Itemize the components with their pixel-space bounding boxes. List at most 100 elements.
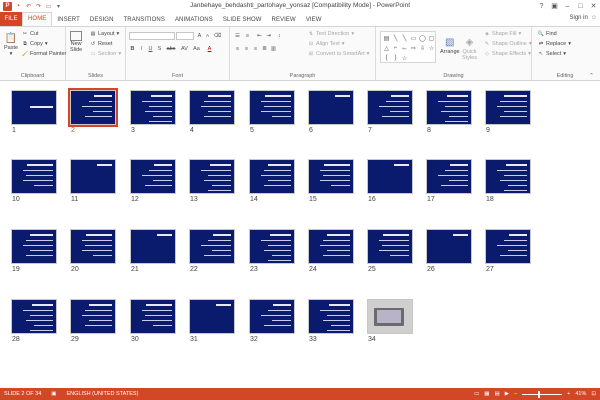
shapes-gallery[interactable]: ▤ ╲ ╲ ▭ ◯ ▢ △ ⌐ ⌙ ⇨ ⇩ ☆ { } ☆ <box>380 31 436 63</box>
close-button[interactable]: ✕ <box>587 0 600 12</box>
slide-thumbnail-5[interactable]: 5 <box>249 90 297 136</box>
line-shape-icon-2[interactable]: ╲ <box>400 33 409 43</box>
strikethrough-button[interactable]: abc <box>166 45 176 52</box>
clear-formatting-icon[interactable]: ⌫ <box>214 32 222 39</box>
font-size-combo[interactable] <box>176 32 194 40</box>
collapse-ribbon-icon[interactable]: ⌃ <box>588 72 595 79</box>
slide-thumbnail-33[interactable]: 33 <box>308 299 356 345</box>
slide-thumbnail-1[interactable]: 1 <box>11 90 59 136</box>
slide-thumbnail-28[interactable]: 28 <box>11 299 59 345</box>
zoom-in-icon[interactable]: + <box>567 391 570 397</box>
spellcheck-icon[interactable]: ▣ <box>51 391 56 397</box>
tab-review[interactable]: REVIEW <box>267 13 301 26</box>
slide-thumbnail-10[interactable]: 10 <box>11 159 59 205</box>
change-case-button[interactable]: Aa <box>192 45 201 52</box>
slide-thumbnail-6[interactable]: 6 <box>308 90 356 136</box>
slide-thumbnail-9[interactable]: 9 <box>485 90 533 136</box>
tab-view[interactable]: VIEW <box>301 13 327 26</box>
font-name-combo[interactable] <box>129 32 175 40</box>
character-spacing-button[interactable]: AV <box>180 45 189 52</box>
curly-brace-close-icon[interactable]: } <box>391 53 400 63</box>
quick-styles-button[interactable]: ◈ Quick Styles <box>462 35 477 62</box>
slide-thumbnail-27[interactable]: 27 <box>485 229 533 275</box>
textbox-shape-icon[interactable]: ▤ <box>382 33 391 43</box>
italic-button[interactable]: I <box>138 45 145 52</box>
select-button[interactable]: ↖ Select ▾ <box>538 51 566 57</box>
paste-button[interactable]: 📋 Paste ▾ <box>4 31 18 58</box>
slideshow-view-icon[interactable]: ▶ <box>505 391 509 397</box>
tab-slide-show[interactable]: SLIDE SHOW <box>218 13 267 26</box>
slide-thumbnail-22[interactable]: 22 <box>189 229 237 275</box>
bullets-icon[interactable]: ☰ <box>234 32 241 39</box>
line-shape-icon[interactable]: ╲ <box>391 33 400 43</box>
shape-fill-button[interactable]: ◈ Shape Fill ▾ <box>484 31 521 37</box>
arrow-down-shape-icon[interactable]: ⇩ <box>418 43 427 53</box>
slide-sorter-view-icon[interactable]: ▦ <box>484 391 489 397</box>
maximize-button[interactable]: □ <box>574 0 587 12</box>
slide-thumbnail-12[interactable]: 12 <box>130 159 178 205</box>
line-spacing-icon[interactable]: ↕ <box>276 32 283 39</box>
align-text-button[interactable]: ⊟ Align Text ▾ <box>308 41 345 47</box>
slide-thumbnail-21[interactable]: 21 <box>130 229 178 275</box>
star-shape-icon[interactable]: ☆ <box>427 43 436 53</box>
align-right-icon[interactable]: ≡ <box>252 45 259 52</box>
decrease-indent-icon[interactable]: ⇤ <box>256 32 263 39</box>
slide-thumbnail-34[interactable]: 34 <box>367 299 415 345</box>
undo-icon[interactable]: ↶ <box>25 3 32 10</box>
section-button[interactable]: ▭ Section ▾ <box>90 51 122 57</box>
star-shape-icon-2[interactable]: ☆ <box>400 53 409 63</box>
minimize-button[interactable]: – <box>561 0 574 12</box>
slide-count[interactable]: SLIDE 2 OF 34 <box>4 391 41 397</box>
layout-button[interactable]: ▤ Layout ▾ <box>90 31 120 37</box>
slide-thumbnail-11[interactable]: 11 <box>70 159 118 205</box>
columns-icon[interactable]: ▥ <box>270 45 277 52</box>
help-button[interactable]: ? <box>535 0 548 12</box>
cut-button[interactable]: ✂ Cut <box>22 31 39 37</box>
bent-connector-icon[interactable]: ⌙ <box>400 43 409 53</box>
slide-thumbnail-19[interactable]: 19 <box>11 229 59 275</box>
underline-button[interactable]: U <box>147 45 154 52</box>
customize-qat-icon[interactable]: ▾ <box>55 3 62 10</box>
copy-button[interactable]: ⧉ Copy ▾ <box>22 41 47 47</box>
powerpoint-logo-icon[interactable]: P <box>3 1 12 11</box>
slide-thumbnail-3[interactable]: 3 <box>130 90 178 136</box>
justify-icon[interactable]: ≣ <box>261 45 268 52</box>
shrink-font-icon[interactable]: A <box>204 32 211 39</box>
increase-indent-icon[interactable]: ⇥ <box>265 32 272 39</box>
slide-thumbnail-14[interactable]: 14 <box>249 159 297 205</box>
curly-brace-shape-icon[interactable]: { <box>382 53 391 63</box>
slide-thumbnail-31[interactable]: 31 <box>189 299 237 345</box>
arrange-button[interactable]: ▧ Arrange <box>440 35 460 56</box>
slide-thumbnail-16[interactable]: 16 <box>367 159 415 205</box>
oval-shape-icon[interactable]: ◯ <box>418 33 427 43</box>
tab-insert[interactable]: INSERT <box>52 13 85 26</box>
ribbon-display-icon[interactable]: ▣ <box>548 0 561 12</box>
slide-thumbnail-15[interactable]: 15 <box>308 159 356 205</box>
slide-thumbnail-20[interactable]: 20 <box>70 229 118 275</box>
slide-thumbnail-24[interactable]: 24 <box>308 229 356 275</box>
slide-thumbnail-32[interactable]: 32 <box>249 299 297 345</box>
save-icon[interactable]: ▪ <box>15 3 22 10</box>
rectangle-shape-icon[interactable]: ▭ <box>409 33 418 43</box>
reading-view-icon[interactable]: ▤ <box>495 391 500 397</box>
slide-thumbnail-7[interactable]: 7 <box>367 90 415 136</box>
slide-thumbnail-13[interactable]: 13 <box>189 159 237 205</box>
replace-button[interactable]: ⇄ Replace ▾ <box>538 41 571 47</box>
tab-file[interactable]: FILE <box>0 12 22 26</box>
bold-button[interactable]: B <box>129 45 136 52</box>
normal-view-icon[interactable]: ▭ <box>474 391 479 397</box>
tab-transitions[interactable]: TRANSITIONS <box>119 13 170 26</box>
shadow-button[interactable]: S <box>156 45 163 52</box>
zoom-level[interactable]: 41% <box>575 391 586 397</box>
elbow-connector-icon[interactable]: ⌐ <box>391 43 400 53</box>
align-center-icon[interactable]: ≡ <box>243 45 250 52</box>
format-painter-button[interactable]: 🖌 Format Painter <box>22 51 67 57</box>
numbering-icon[interactable]: ≡ <box>244 32 251 39</box>
fit-to-window-icon[interactable]: ⊡ <box>591 391 596 397</box>
triangle-shape-icon[interactable]: △ <box>382 43 391 53</box>
sign-in[interactable]: Sign in ☺ <box>570 15 598 21</box>
slide-thumbnail-29[interactable]: 29 <box>70 299 118 345</box>
grow-font-icon[interactable]: A <box>196 32 203 39</box>
tab-animations[interactable]: ANIMATIONS <box>170 13 218 26</box>
slide-thumbnail-26[interactable]: 26 <box>426 229 474 275</box>
